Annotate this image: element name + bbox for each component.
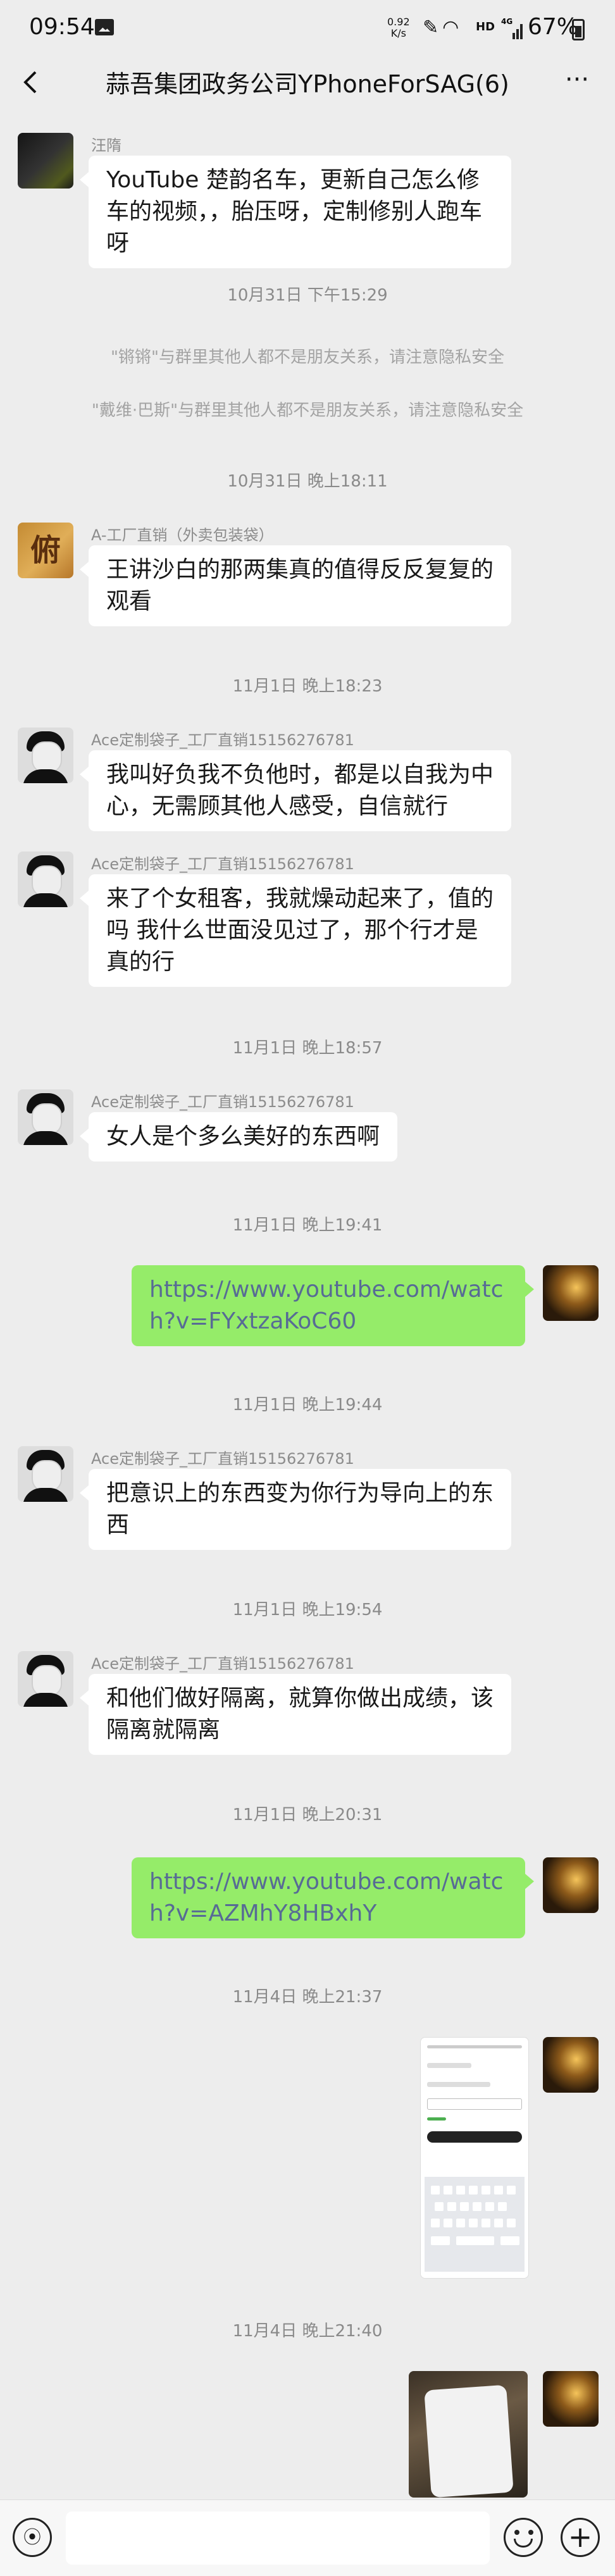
hd-label: HD [476, 20, 495, 34]
timestamp: 11月4日 晚上21:40 [232, 2322, 383, 2341]
network-speed: 0.92 K/s [387, 16, 410, 39]
wifi-icon: ◠ [442, 16, 463, 39]
avatar[interactable] [18, 133, 73, 189]
my-avatar[interactable] [543, 1857, 599, 1913]
my-avatar[interactable] [543, 1265, 599, 1321]
timestamp: 11月1日 晚上18:57 [232, 1039, 383, 1058]
network-speed-unit: K/s [390, 27, 406, 39]
my-avatar[interactable] [543, 2371, 599, 2427]
message-bubble[interactable]: 女人是个多么美好的东西啊 [79, 1112, 398, 1161]
timestamp: 11月1日 晚上19:44 [232, 1396, 383, 1415]
timestamp: 11月1日 晚上19:54 [232, 1601, 383, 1619]
message-bubble[interactable]: 来了个女租客，我就燥动起来了，值的吗 我什么世面没见过了，那个行才是真的行 [80, 874, 511, 987]
message-bubble[interactable]: 把意识上的东西变为你行为导向上的东西 [80, 1469, 511, 1550]
youtube-link[interactable]: https://www.youtube.com/watch?v=AZMhY8HB… [149, 1869, 503, 1926]
network-speed-value: 0.92 [387, 16, 410, 28]
sender-name: 汪隋 [91, 137, 121, 154]
avatar[interactable] [18, 851, 73, 907]
gallery-notification-icon [95, 19, 114, 35]
avatar[interactable] [18, 1446, 73, 1502]
more-options-icon[interactable]: ··· [557, 67, 597, 95]
chat-title: 蒜吾集团政务公司YPhoneForSAG(6) [106, 70, 509, 98]
sender-name: Ace定制袋子_工厂直销15156276781 [91, 1093, 354, 1111]
back-arrow-icon[interactable] [19, 68, 44, 96]
message-input[interactable] [66, 2511, 490, 2565]
youtube-link[interactable]: https://www.youtube.com/watch?v=FYxtzaKo… [149, 1277, 503, 1334]
voice-icon[interactable]: ⦿ [13, 2518, 52, 2557]
screenshot-image[interactable] [420, 2037, 529, 2279]
status-bar: 09:54 0.92 K/s ✎◠ HD 4G 67% [0, 0, 615, 57]
avatar[interactable] [18, 1651, 73, 1707]
timestamp: 10月31日 晚上18:11 [227, 472, 388, 491]
message-bubble[interactable]: 和他们做好隔离，就算你做出成绩，该隔离就隔离 [80, 1674, 511, 1755]
sender-name: Ace定制袋子_工厂直销15156276781 [91, 855, 354, 873]
plus-icon[interactable]: + [561, 2518, 600, 2557]
input-bar: ⦿ + [0, 2499, 615, 2576]
timestamp: 11月1日 晚上20:31 [232, 1805, 383, 1824]
timestamp: 11月1日 晚上18:23 [232, 677, 383, 696]
signal-icon: 4G [501, 17, 523, 39]
sender-name: Ace定制袋子_工厂直销15156276781 [91, 1655, 354, 1673]
avatar[interactable] [18, 1089, 73, 1145]
pen-icon: ✎ [423, 16, 443, 39]
battery-percent: 67% [528, 14, 579, 40]
sender-name: A-工厂直销（外卖包装袋） [91, 526, 274, 544]
battery-icon [572, 19, 585, 40]
timestamp: 11月4日 晚上21:37 [232, 1988, 383, 2007]
clock: 09:54 [29, 14, 95, 40]
photo-image[interactable] [409, 2371, 528, 2498]
timestamp: 11月1日 晚上19:41 [232, 1216, 383, 1235]
system-notice: "锵锵"与群里其他人都不是朋友关系，请注意隐私安全 [111, 348, 504, 367]
message-bubble-outgoing[interactable]: https://www.youtube.com/watch?v=AZMhY8HB… [132, 1857, 534, 1938]
timestamp: 10月31日 下午15:29 [227, 286, 388, 305]
message-bubble[interactable]: 王讲沙白的那两集真的值得反反复复的观看 [80, 545, 511, 626]
network-generation: 4G [501, 17, 512, 26]
message-bubble[interactable]: 我叫好负我不负他时，都是以自我为中心，无需顾其他人感受，自信就行 [80, 750, 511, 831]
system-notice: "戴维·巴斯"与群里其他人都不是朋友关系，请注意隐私安全 [91, 401, 524, 420]
sender-name: Ace定制袋子_工厂直销15156276781 [91, 731, 354, 749]
avatar[interactable] [18, 728, 73, 783]
my-avatar[interactable] [543, 2037, 599, 2093]
sender-name: Ace定制袋子_工厂直销15156276781 [91, 1450, 354, 1468]
message-bubble-outgoing[interactable]: https://www.youtube.com/watch?v=FYxtzaKo… [132, 1265, 534, 1346]
chat-header: 蒜吾集团政务公司YPhoneForSAG(6) ··· [0, 57, 615, 108]
status-icons: ✎◠ [423, 16, 463, 39]
message-bubble[interactable]: YouTube 楚韵名车，更新自己怎么修车的视频，，胎压呀，定制修别人跑车呀 [80, 156, 511, 268]
avatar[interactable]: 俯 [18, 523, 73, 578]
emoji-icon[interactable] [504, 2518, 543, 2557]
